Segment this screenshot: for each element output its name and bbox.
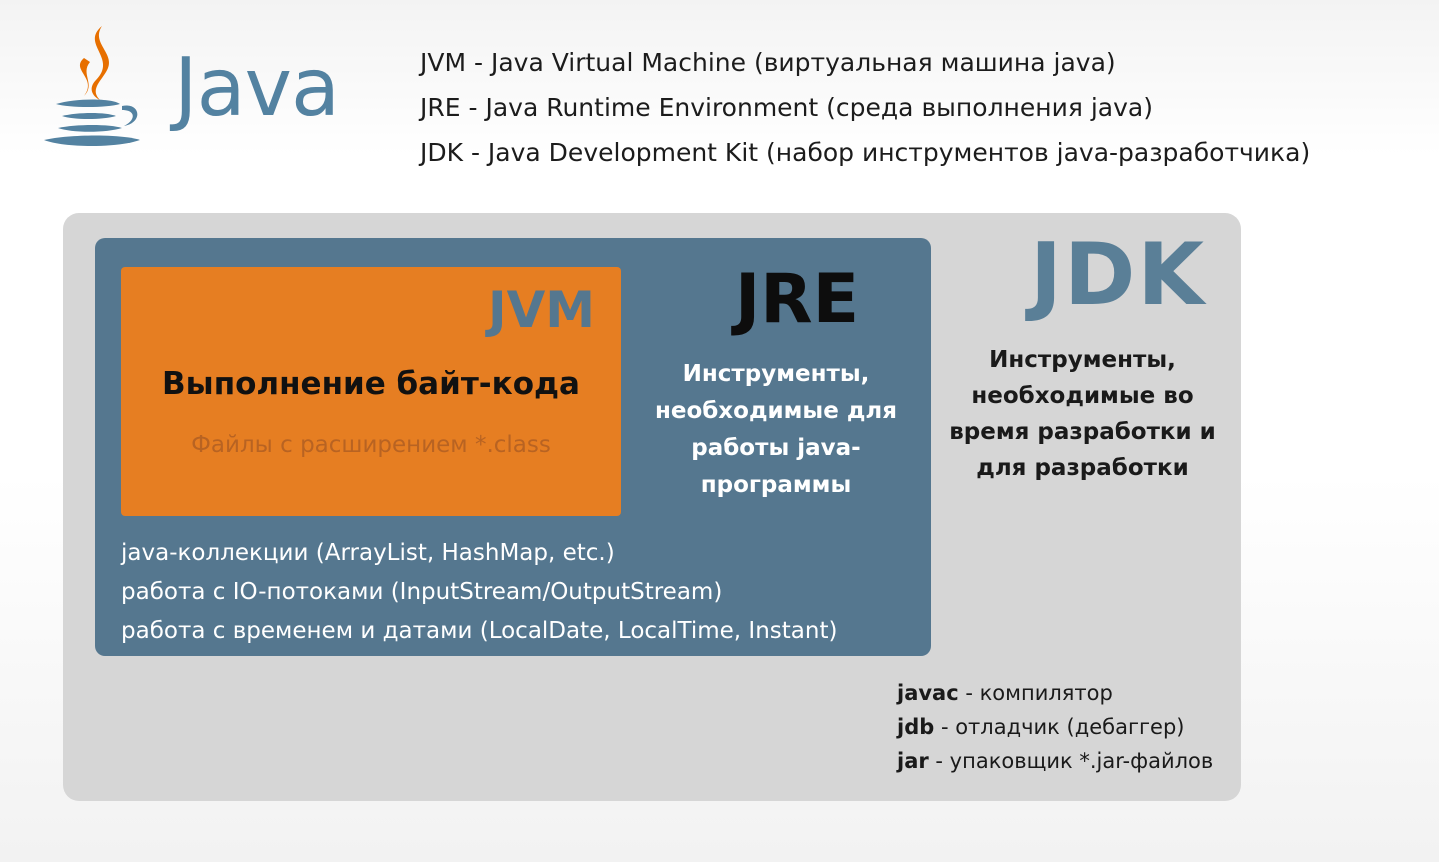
tool-name: jdb xyxy=(897,715,935,739)
jre-title: JRE xyxy=(735,260,860,339)
tool-javac: javac - компилятор xyxy=(897,676,1213,710)
tool-desc: - отладчик (дебаггер) xyxy=(934,715,1185,739)
jvm-title: JVM xyxy=(488,281,596,339)
slide: Java JVM - Java Virtual Machine (виртуал… xyxy=(0,0,1439,862)
jvm-description: Выполнение байт-кода xyxy=(162,366,580,402)
definition-jvm: JVM - Java Virtual Machine (виртуальная … xyxy=(420,48,1116,77)
tool-name: javac xyxy=(897,681,959,705)
jdk-tools-list: javac - компилятор jdb - отладчик (дебаг… xyxy=(897,676,1213,778)
java-logo: Java xyxy=(40,22,340,162)
library-date-time: работа с временем и датами (LocalDate, L… xyxy=(121,618,838,644)
tool-desc: - упаковщик *.jar-файлов xyxy=(928,749,1214,773)
jdk-description: Инструменты, необходимые во время разраб… xyxy=(949,347,1216,481)
jre-description: Инструменты, необходимые для работы java… xyxy=(654,361,898,498)
jre-libraries-list: java-коллекции (ArrayList, HashMap, etc.… xyxy=(121,534,837,651)
jvm-subtitle: Файлы с расширением *.class xyxy=(191,432,551,458)
tool-desc: - компилятор xyxy=(958,681,1113,705)
jdk-title: JDK xyxy=(1030,225,1207,325)
definition-jre: JRE - Java Runtime Environment (среда вы… xyxy=(420,93,1153,122)
definition-jdk: JDK - Java Development Kit (набор инстру… xyxy=(420,138,1311,167)
definitions-list: JVM - Java Virtual Machine (виртуальная … xyxy=(420,40,1310,175)
tool-jar: jar - упаковщик *.jar-файлов xyxy=(897,744,1213,778)
tool-name: jar xyxy=(897,749,929,773)
tool-jdb: jdb - отладчик (дебаггер) xyxy=(897,710,1213,744)
java-coffee-cup-icon xyxy=(44,26,140,146)
library-io-streams: работа с IO-потоками (InputStream/Output… xyxy=(121,579,723,605)
java-wordmark: Java xyxy=(174,41,340,134)
library-collections: java-коллекции (ArrayList, HashMap, etc.… xyxy=(121,540,615,566)
